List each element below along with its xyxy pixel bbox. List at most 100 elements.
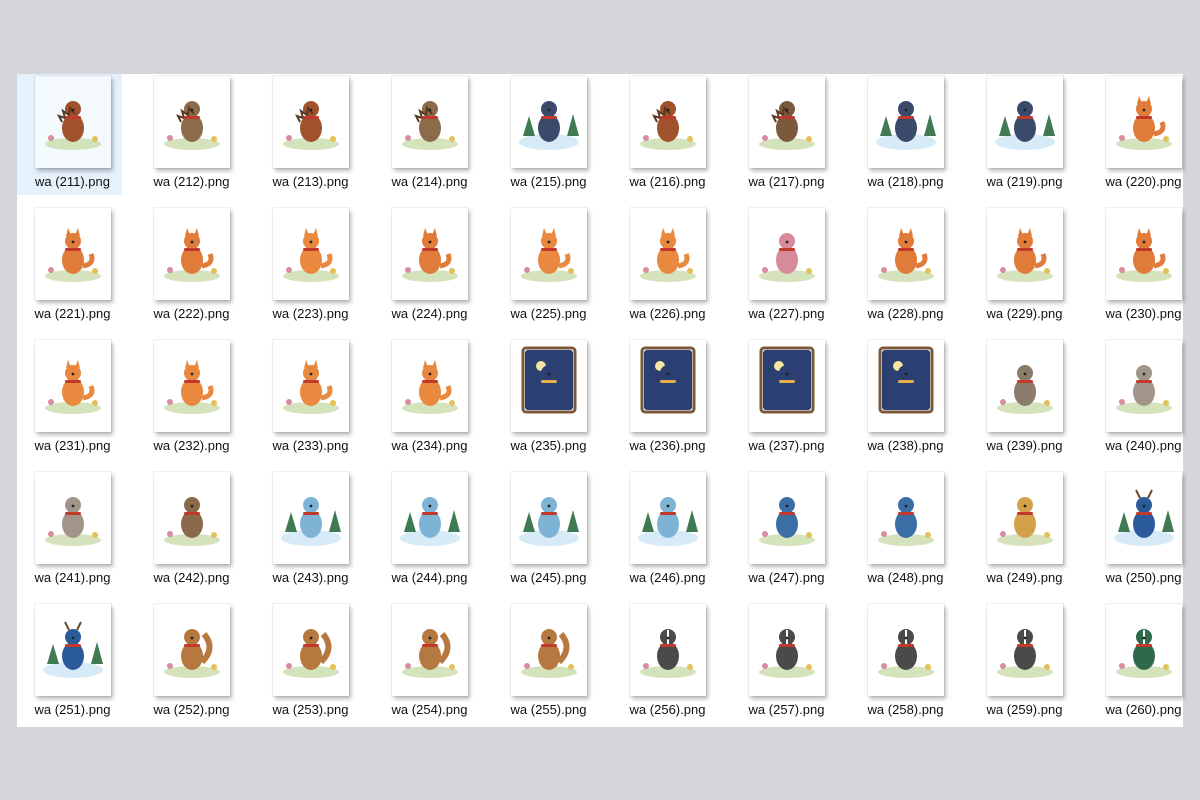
thumbnail-image[interactable] [629,208,706,300]
thumbnail-image[interactable] [748,604,825,696]
file-item[interactable]: wa (256).png [608,602,727,734]
thumbnail-image[interactable] [153,208,230,300]
thumbnail-image[interactable] [748,472,825,564]
file-item[interactable]: wa (253).png [251,602,370,734]
thumbnail-image[interactable] [391,208,468,300]
thumbnail-image[interactable] [986,76,1063,168]
file-item[interactable]: wa (242).png [132,470,251,602]
file-item[interactable]: wa (246).png [608,470,727,602]
thumbnail-image[interactable] [272,472,349,564]
file-item[interactable]: wa (225).png [489,206,608,338]
thumbnail-image[interactable] [867,604,944,696]
thumbnail-image[interactable] [510,208,587,300]
thumbnail-image[interactable] [34,604,111,696]
file-item[interactable]: wa (221).png [13,206,132,338]
file-item[interactable]: wa (231).png [13,338,132,470]
file-item[interactable]: wa (247).png [727,470,846,602]
thumbnail-image[interactable] [153,472,230,564]
file-item[interactable]: wa (228).png [846,206,965,338]
file-item[interactable]: wa (232).png [132,338,251,470]
thumbnail-image[interactable] [272,340,349,432]
file-item[interactable]: wa (217).png [727,74,846,206]
thumbnail-image[interactable] [1105,472,1182,564]
thumbnail-image[interactable] [1105,208,1182,300]
file-item[interactable]: wa (244).png [370,470,489,602]
thumbnail-image[interactable] [510,472,587,564]
file-item[interactable]: wa (229).png [965,206,1084,338]
thumbnail-image[interactable] [34,76,111,168]
thumbnail-image[interactable] [34,340,111,432]
thumbnail-image[interactable] [391,604,468,696]
file-item[interactable]: wa (243).png [251,470,370,602]
file-item[interactable]: wa (259).png [965,602,1084,734]
thumbnail-image[interactable] [391,472,468,564]
file-item[interactable]: wa (257).png [727,602,846,734]
thumbnail-image[interactable] [272,208,349,300]
file-item[interactable]: wa (213).png [251,74,370,206]
thumbnail-image[interactable] [748,76,825,168]
file-item[interactable]: wa (260).png [1084,602,1200,734]
thumbnail-image[interactable] [510,604,587,696]
file-item[interactable]: wa (219).png [965,74,1084,206]
file-item[interactable]: wa (218).png [846,74,965,206]
thumbnail-image[interactable] [629,604,706,696]
file-item[interactable]: wa (255).png [489,602,608,734]
thumbnail-image[interactable] [153,604,230,696]
thumbnail-image[interactable] [1105,604,1182,696]
thumbnail-image[interactable] [986,340,1063,432]
thumbnail-image[interactable] [153,76,230,168]
thumbnail-image[interactable] [391,340,468,432]
file-item[interactable]: wa (252).png [132,602,251,734]
file-item[interactable]: wa (238).png [846,338,965,470]
thumbnail-image[interactable] [272,76,349,168]
thumbnail-image[interactable] [867,472,944,564]
file-item[interactable]: wa (241).png [13,470,132,602]
file-item[interactable]: wa (239).png [965,338,1084,470]
thumbnail-image[interactable] [272,604,349,696]
file-item[interactable]: wa (254).png [370,602,489,734]
thumbnail-image[interactable] [34,472,111,564]
thumbnail-image[interactable] [1105,76,1182,168]
file-item[interactable]: wa (215).png [489,74,608,206]
file-item[interactable]: wa (258).png [846,602,965,734]
file-item[interactable]: wa (234).png [370,338,489,470]
thumbnail-image[interactable] [867,208,944,300]
file-item[interactable]: wa (235).png [489,338,608,470]
thumbnail-image[interactable] [629,340,706,432]
thumbnail-image[interactable] [1105,340,1182,432]
file-item[interactable]: wa (211).png [13,74,132,206]
file-item[interactable]: wa (216).png [608,74,727,206]
file-item[interactable]: wa (236).png [608,338,727,470]
file-item[interactable]: wa (245).png [489,470,608,602]
thumbnail-image[interactable] [748,340,825,432]
file-item[interactable]: wa (230).png [1084,206,1200,338]
thumbnail-image[interactable] [391,76,468,168]
thumbnail-image[interactable] [748,208,825,300]
file-item[interactable]: wa (227).png [727,206,846,338]
file-item[interactable]: wa (233).png [251,338,370,470]
file-item[interactable]: wa (248).png [846,470,965,602]
thumbnail-image[interactable] [153,340,230,432]
file-item[interactable]: wa (226).png [608,206,727,338]
thumbnail-image[interactable] [629,76,706,168]
file-item[interactable]: wa (249).png [965,470,1084,602]
thumbnail-image[interactable] [867,76,944,168]
file-item[interactable]: wa (222).png [132,206,251,338]
thumbnail-image[interactable] [629,472,706,564]
thumbnail-image[interactable] [510,76,587,168]
file-item[interactable]: wa (223).png [251,206,370,338]
thumbnail-image[interactable] [986,472,1063,564]
file-item[interactable]: wa (251).png [13,602,132,734]
file-item[interactable]: wa (240).png [1084,338,1200,470]
file-item[interactable]: wa (214).png [370,74,489,206]
thumbnail-image[interactable] [867,340,944,432]
thumbnail-image[interactable] [986,604,1063,696]
thumbnail-image[interactable] [986,208,1063,300]
file-item[interactable]: wa (250).png [1084,470,1200,602]
file-item[interactable]: wa (237).png [727,338,846,470]
file-item[interactable]: wa (212).png [132,74,251,206]
thumbnail-image[interactable] [510,340,587,432]
thumbnail-image[interactable] [34,208,111,300]
file-item[interactable]: wa (220).png [1084,74,1200,206]
file-item[interactable]: wa (224).png [370,206,489,338]
